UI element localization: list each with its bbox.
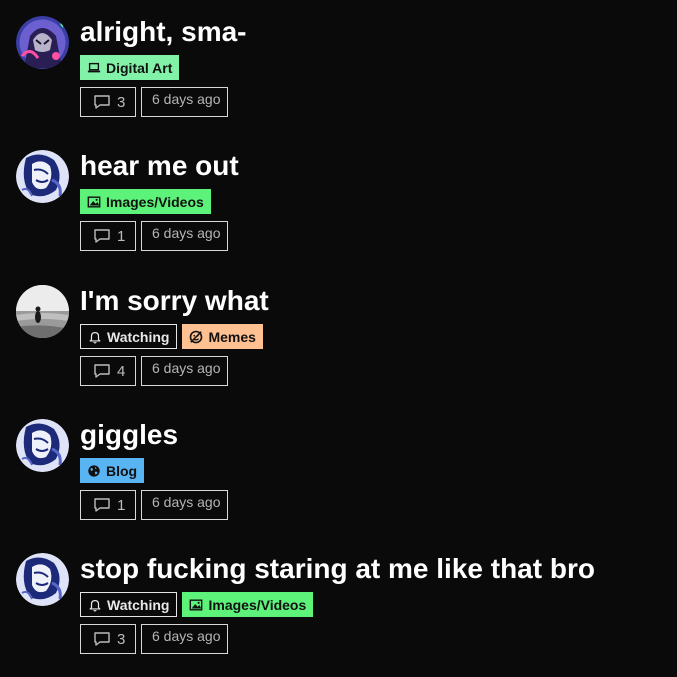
tag-images-videos[interactable]: Images/Videos bbox=[182, 592, 314, 617]
timestamp: 6 days ago bbox=[141, 87, 228, 117]
purple-hooded-character-avatar-icon bbox=[16, 16, 69, 69]
thread-item[interactable]: alright, sma- Digital Art 3 6 days ago bbox=[16, 16, 666, 136]
timestamp: 6 days ago bbox=[141, 490, 228, 520]
bell-icon bbox=[89, 599, 101, 612]
image-icon bbox=[190, 598, 203, 611]
comment-icon bbox=[94, 498, 110, 512]
comment-icon bbox=[94, 632, 110, 646]
thread-title[interactable]: alright, sma- bbox=[80, 16, 666, 48]
tag-watching[interactable]: Watching bbox=[80, 324, 178, 349]
tag-images-videos[interactable]: Images/Videos bbox=[80, 189, 211, 214]
tag-row: Watching Images/Videos bbox=[80, 592, 666, 617]
tag-blog[interactable]: Blog bbox=[80, 458, 145, 483]
blue-sketch-character-avatar-icon bbox=[16, 150, 69, 203]
bell-icon bbox=[89, 331, 101, 344]
thread-content: alright, sma- Digital Art 3 6 days ago bbox=[80, 16, 666, 117]
reply-count[interactable]: 1 bbox=[80, 490, 136, 520]
tag-label: Images/Videos bbox=[208, 596, 307, 613]
no-smile-icon bbox=[190, 330, 203, 343]
reply-count[interactable]: 4 bbox=[80, 356, 136, 386]
reply-count[interactable]: 3 bbox=[80, 624, 136, 654]
thread-item[interactable]: I'm sorry what Watching Memes 4 6 days a… bbox=[16, 285, 666, 405]
thread-title[interactable]: I'm sorry what bbox=[80, 285, 666, 317]
tag-label: Digital Art bbox=[106, 59, 173, 76]
reply-count-value: 1 bbox=[117, 496, 126, 514]
tag-digital-art[interactable]: Digital Art bbox=[80, 55, 180, 80]
tag-memes[interactable]: Memes bbox=[182, 324, 263, 349]
blue-sketch-character-avatar-icon bbox=[16, 553, 69, 606]
thread-item[interactable]: stop fucking staring at me like that bro… bbox=[16, 553, 666, 673]
thread-content: I'm sorry what Watching Memes 4 6 days a… bbox=[80, 285, 666, 386]
tag-row: Blog bbox=[80, 458, 666, 483]
reply-count-value: 3 bbox=[117, 630, 126, 648]
avatar[interactable] bbox=[16, 419, 69, 472]
tag-label: Images/Videos bbox=[106, 193, 204, 210]
meta-row: 3 6 days ago bbox=[80, 624, 666, 654]
timestamp: 6 days ago bbox=[141, 624, 228, 654]
tag-label: Memes bbox=[208, 328, 256, 345]
avatar[interactable] bbox=[16, 553, 69, 606]
image-icon bbox=[87, 195, 101, 208]
thread-title[interactable]: giggles bbox=[80, 419, 666, 451]
timestamp: 6 days ago bbox=[141, 356, 228, 386]
laptop-icon bbox=[87, 62, 101, 72]
avatar[interactable] bbox=[16, 285, 69, 338]
reply-count-value: 4 bbox=[117, 362, 126, 380]
blue-sketch-character-avatar-icon bbox=[16, 419, 69, 472]
comment-icon bbox=[94, 364, 110, 378]
thread-item[interactable]: hear me out Images/Videos 1 6 days ago bbox=[16, 150, 666, 270]
reply-count-value: 1 bbox=[117, 227, 126, 245]
comment-icon bbox=[94, 229, 110, 243]
globe-icon bbox=[88, 464, 100, 477]
meta-row: 4 6 days ago bbox=[80, 356, 666, 386]
timestamp: 6 days ago bbox=[141, 221, 228, 251]
tag-label: Watching bbox=[107, 596, 170, 613]
tag-label: Watching bbox=[107, 328, 170, 345]
avatar[interactable] bbox=[16, 150, 69, 203]
thread-list: alright, sma- Digital Art 3 6 days ago h… bbox=[0, 0, 677, 677]
tag-row: Digital Art bbox=[80, 55, 666, 80]
meta-row: 3 6 days ago bbox=[80, 87, 666, 117]
avatar[interactable] bbox=[16, 16, 69, 69]
tag-watching[interactable]: Watching bbox=[80, 592, 178, 617]
grayscale-beach-photo-avatar-icon bbox=[16, 285, 69, 338]
thread-title[interactable]: hear me out bbox=[80, 150, 666, 182]
reply-count[interactable]: 1 bbox=[80, 221, 136, 251]
tag-row: Watching Memes bbox=[80, 324, 666, 349]
tag-row: Images/Videos bbox=[80, 189, 666, 214]
meta-row: 1 6 days ago bbox=[80, 221, 666, 251]
reply-count-value: 3 bbox=[117, 93, 126, 111]
thread-content: giggles Blog 1 6 days ago bbox=[80, 419, 666, 520]
thread-item[interactable]: giggles Blog 1 6 days ago bbox=[16, 419, 666, 539]
thread-content: stop fucking staring at me like that bro… bbox=[80, 553, 666, 654]
reply-count[interactable]: 3 bbox=[80, 87, 136, 117]
meta-row: 1 6 days ago bbox=[80, 490, 666, 520]
thread-title[interactable]: stop fucking staring at me like that bro bbox=[80, 553, 666, 585]
comment-icon bbox=[94, 95, 110, 109]
tag-label: Blog bbox=[106, 462, 138, 479]
thread-content: hear me out Images/Videos 1 6 days ago bbox=[80, 150, 666, 251]
